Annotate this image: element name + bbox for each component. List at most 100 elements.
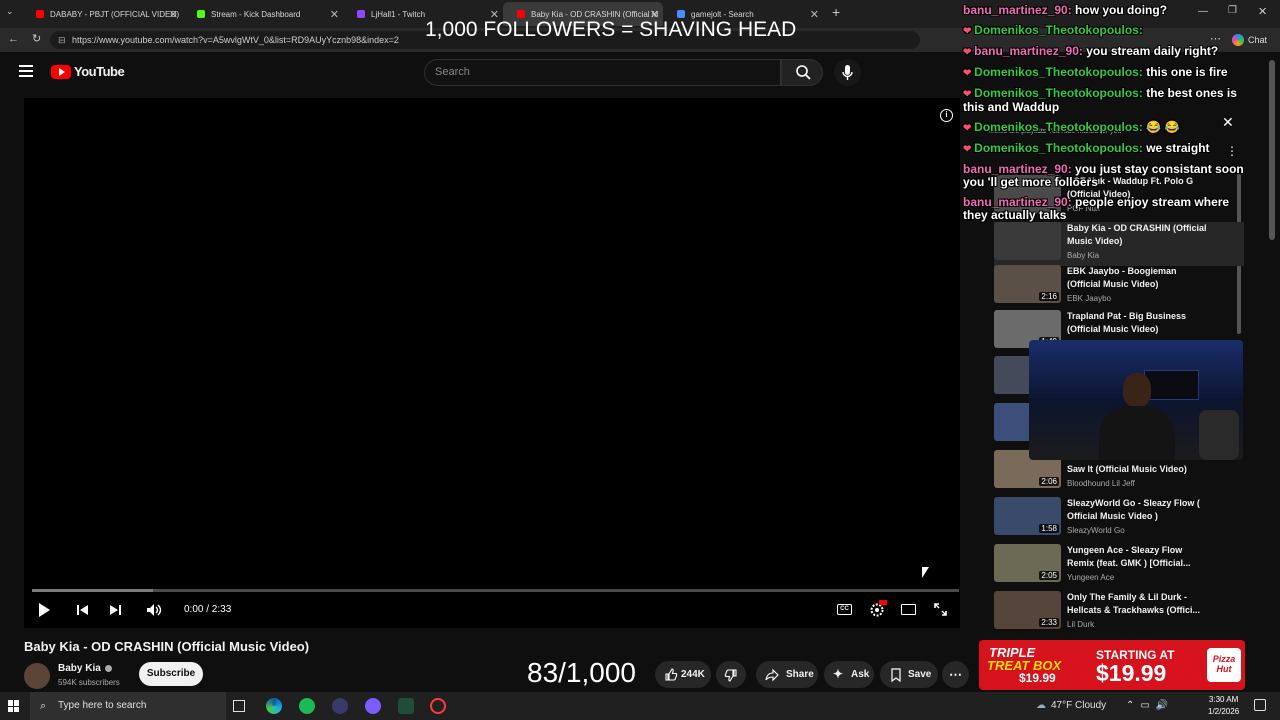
chat-text: how you doing? <box>1075 3 1168 17</box>
search-input[interactable]: Search <box>424 59 781 86</box>
chat-message: banu_martinez_90: people enjoy stream wh… <box>963 196 1248 222</box>
terminal-icon[interactable] <box>398 698 414 714</box>
stream-chat-overlay: banu_martinez_90: how you doing? ❤ Domeni… <box>963 4 1248 229</box>
browser-tab[interactable]: Stream - Kick Dashboard ✕ <box>183 2 343 26</box>
search-icon <box>796 65 811 80</box>
video-player[interactable] <box>24 98 960 628</box>
tab-list-dropdown-icon[interactable]: ⌄ <box>6 6 20 20</box>
chat-username: Domenikos_Theotokopoulos: <box>974 65 1143 79</box>
ask-label: Ask <box>851 669 870 680</box>
share-button[interactable]: Share <box>756 661 818 688</box>
volume-icon <box>147 604 162 616</box>
system-tray-icons[interactable]: ⌃▭🔊 <box>1126 700 1174 711</box>
pizza-hut-ad[interactable]: TRIPLE TREAT BOX $19.99 STARTING AT $19.… <box>979 640 1245 690</box>
playlist-title: Yungeen Ace - Sleazy Flow Remix (feat. G… <box>1067 545 1191 568</box>
obs-icon[interactable] <box>430 698 446 714</box>
close-tab-icon[interactable]: ✕ <box>169 8 178 21</box>
close-window-button[interactable]: ✕ <box>1258 5 1267 18</box>
youtube-play-icon <box>51 64 71 79</box>
heart-icon: ❤ <box>963 47 975 58</box>
follower-counter: 83/1,000 <box>527 657 636 688</box>
page-scrollbar[interactable] <box>1269 60 1275 240</box>
more-actions-button[interactable]: ⋯ <box>942 661 969 688</box>
subscribe-button[interactable]: Subscribe <box>139 662 203 686</box>
theater-mode-button[interactable] <box>901 604 916 615</box>
fullscreen-button[interactable] <box>934 603 947 616</box>
close-tab-icon[interactable]: ✕ <box>810 8 819 21</box>
playlist-channel: Bloodhound Lil Jeff <box>1067 479 1135 488</box>
search-button[interactable] <box>781 59 823 86</box>
back-icon[interactable]: ← <box>8 33 19 45</box>
close-tab-icon[interactable]: ✕ <box>330 8 339 21</box>
monitor-glow <box>1144 370 1199 400</box>
weather-widget[interactable]: ☁ 47°F Cloudy <box>1036 700 1106 711</box>
youtube-logo[interactable]: YouTube <box>51 64 125 79</box>
chair <box>1199 410 1239 460</box>
chat-message: banu_martinez_90: you just stay consista… <box>963 163 1248 189</box>
playlist-item[interactable]: 2:16 EBK Jaaybo - Boogieman (Official Mus… <box>994 265 1244 309</box>
cloud-icon: ☁ <box>1036 700 1046 711</box>
youtube-logo-text: YouTube <box>74 64 125 79</box>
time-display: 0:00 / 2:33 <box>184 604 232 615</box>
info-icon[interactable]: i <box>940 109 953 122</box>
tab-favicon-icon <box>517 10 525 18</box>
browser-tab[interactable]: DABABY - PBJT (OFFICIAL VIDEO) ✕ <box>22 2 182 26</box>
chat-message: ❤ Domenikos_Theotokopoulos: this one is … <box>963 66 1248 80</box>
heart-icon: ❤ <box>963 68 975 79</box>
video-progress-bar[interactable] <box>32 589 959 592</box>
heart-icon: ❤ <box>963 26 975 37</box>
thumbs-down-icon <box>724 669 737 682</box>
playlist-item[interactable]: 2:05 Yungeen Ace - Sleazy Flow Remix (fea… <box>994 544 1244 588</box>
clock[interactable]: 3:30 AM 1/2/2026 <box>1208 694 1239 718</box>
channel-avatar[interactable] <box>24 663 50 689</box>
playlist-item[interactable]: 1:58 SleazyWorld Go - Sleazy Flow ( Offic… <box>994 497 1244 541</box>
taskbar-search-input[interactable]: ⌕ Type here to search <box>30 692 226 720</box>
hamburger-menu-icon[interactable] <box>19 65 33 77</box>
channel-name[interactable]: Baby Kia <box>58 663 112 674</box>
playlist-duration: 1:58 <box>1039 524 1059 533</box>
site-info-icon[interactable]: ⊟ <box>58 31 66 49</box>
chat-message: ❤ Domenikos_Theotokopoulos: <box>963 24 1248 38</box>
playlist-item[interactable]: 2:33 Only The Family & Lil Durk - Hellcat… <box>994 591 1244 635</box>
bookmark-icon <box>891 668 901 682</box>
task-view-icon[interactable] <box>233 700 245 712</box>
like-button[interactable]: 244K <box>655 661 711 688</box>
tab-favicon-icon <box>357 10 365 18</box>
previous-button[interactable] <box>76 603 90 617</box>
new-tab-button[interactable]: + <box>832 4 840 20</box>
tab-favicon-icon <box>36 10 44 18</box>
playlist-channel: SleazyWorld Go <box>1067 526 1125 535</box>
settings-button[interactable] <box>869 600 887 618</box>
mute-button[interactable] <box>146 603 162 617</box>
windows-taskbar: ⌕ Type here to search ☁ 47°F Cloudy ⌃▭🔊 … <box>0 692 1280 720</box>
playlist-thumbnail: 2:05 <box>994 544 1061 582</box>
spotify-icon[interactable] <box>299 698 315 714</box>
chat-message: ❤ Domenikos_Theotokopoulos: 😂 😂 <box>963 121 1248 135</box>
notification-icon[interactable] <box>1254 699 1266 711</box>
dislike-button[interactable] <box>716 661 746 688</box>
app-icon-1[interactable] <box>332 698 348 714</box>
save-button[interactable]: Save <box>880 661 938 688</box>
next-button[interactable] <box>108 603 122 617</box>
playlist-thumbnail: 1:58 <box>994 497 1061 535</box>
subtitles-button[interactable]: CC <box>837 604 852 615</box>
ad-price-big: $19.99 <box>1096 660 1167 686</box>
voice-search-button[interactable] <box>834 59 861 86</box>
tab-label: Stream - Kick Dashboard <box>211 9 301 19</box>
start-button[interactable] <box>8 700 20 712</box>
chat-text: 😂 😂 <box>1146 120 1180 134</box>
chat-message: ❤ Domenikos_Theotokopoulos: we straight <box>963 142 1248 156</box>
edge-icon[interactable] <box>266 698 282 714</box>
clock-date: 1/2/2026 <box>1208 707 1240 716</box>
refresh-icon[interactable]: ↻ <box>32 32 41 45</box>
chat-username: Domenikos_Theotokopoulos: <box>974 23 1143 37</box>
app-icon-2[interactable] <box>365 698 381 714</box>
share-label: Share <box>786 669 814 680</box>
playlist-duration: 2:16 <box>1039 292 1059 301</box>
fullscreen-icon <box>934 603 947 616</box>
chat-message: ❤ banu_martinez_90: you stream daily rig… <box>963 45 1248 59</box>
play-button[interactable] <box>39 603 50 617</box>
playlist-channel: Lil Durk <box>1067 620 1095 629</box>
chat-username: Domenikos_Theotokopoulos: <box>974 141 1143 155</box>
ask-button[interactable]: ✦ Ask <box>824 661 874 688</box>
